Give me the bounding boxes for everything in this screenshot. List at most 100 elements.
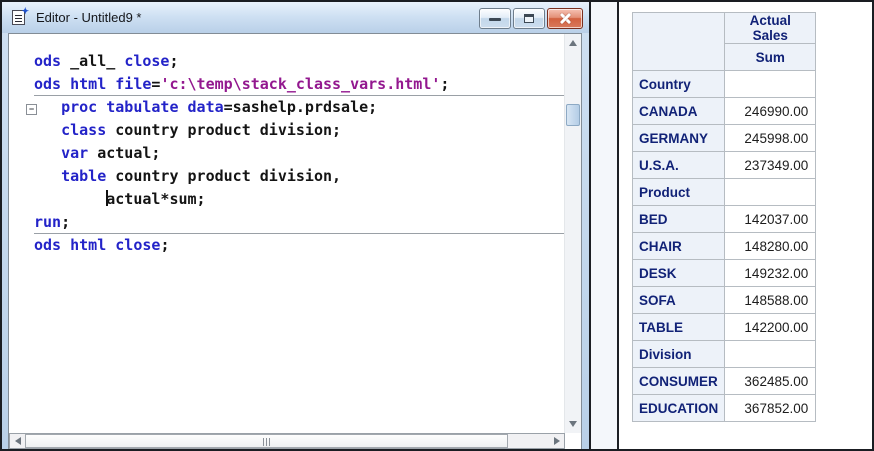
value-cell <box>724 178 817 206</box>
code-token: ; <box>61 213 71 231</box>
row-header-cell: EDUCATION <box>631 394 726 422</box>
table-row: U.S.A. 237349.00 <box>631 151 817 179</box>
code-fold-toggle[interactable]: − <box>26 104 37 115</box>
minimize-button[interactable] <box>479 8 511 29</box>
empty-corner-cell <box>631 12 726 71</box>
value-cell: 245998.00 <box>724 124 817 152</box>
code-line: run; <box>34 211 564 234</box>
code-token: ods html file <box>34 75 152 93</box>
code-line: ods _all_ close; <box>34 50 564 73</box>
value-cell: 367852.00 <box>724 394 817 422</box>
table-row: Division <box>631 340 817 368</box>
screenshot-frame: ✦ Editor - Untitled9 * ods _all_ close; o… <box>0 0 874 451</box>
value-cell: 148280.00 <box>724 232 817 260</box>
value-cell: 142200.00 <box>724 313 817 341</box>
row-header-cell: CONSUMER <box>631 367 726 395</box>
value-cell: 246990.00 <box>724 97 817 125</box>
table-row: Country <box>631 70 817 98</box>
code-token: 'c:\temp\stack_class_vars.html' <box>160 75 441 93</box>
restore-icon <box>524 13 534 23</box>
table-row: GERMANY 245998.00 <box>631 124 817 152</box>
code-line: proc tabulate data=sashelp.prdsale; <box>34 96 564 119</box>
code-line: ods html close; <box>34 234 564 257</box>
results-panel: Actual Sales Sum Country CANADA 246990.00 G… <box>617 2 872 449</box>
title-bar[interactable]: ✦ Editor - Untitled9 * <box>2 2 589 33</box>
scroll-right-arrow[interactable] <box>549 434 564 448</box>
code-editor[interactable]: ods _all_ close; ods html file='c:\temp\s… <box>9 34 564 433</box>
code-line: table country product division, <box>34 165 564 188</box>
code-token: country product division; <box>106 121 342 139</box>
scroll-left-arrow[interactable] <box>10 434 25 448</box>
row-header-cell: CHAIR <box>631 232 726 260</box>
statistic-header-cell: Sum <box>724 43 817 71</box>
code-token: _all_ <box>61 52 125 70</box>
scroll-down-arrow[interactable] <box>565 416 581 432</box>
value-cell: 362485.00 <box>724 367 817 395</box>
window-title: Editor - Untitled9 * <box>36 10 142 25</box>
code-token: proc tabulate <box>61 98 179 116</box>
row-header-cell: Country <box>631 70 726 98</box>
code-token: var <box>61 144 89 162</box>
column-header-cell: Actual Sales <box>724 12 817 44</box>
value-cell: 148588.00 <box>724 286 817 314</box>
table-row: EDUCATION 367852.00 <box>631 394 817 422</box>
code-token: ; <box>169 52 179 70</box>
restore-button[interactable] <box>513 8 545 29</box>
code-token: data <box>187 98 224 116</box>
results-table-body: Country CANADA 246990.00 GERMANY 245998.00 U.… <box>631 70 817 422</box>
code-token: table <box>61 167 107 185</box>
window-controls <box>479 8 583 29</box>
code-token: ; <box>160 236 170 254</box>
code-token: class <box>61 121 107 139</box>
horizontal-scroll-thumb[interactable] <box>25 434 508 448</box>
row-header-cell: BED <box>631 205 726 233</box>
editor-window: ✦ Editor - Untitled9 * ods _all_ close; o… <box>2 2 591 449</box>
row-header-cell: Product <box>631 178 726 206</box>
table-header-row: Actual Sales <box>631 12 817 71</box>
code-token: =sashelp.prdsale; <box>223 98 378 116</box>
code-token: country product division, <box>106 167 342 185</box>
code-token: actual; <box>88 144 161 162</box>
row-header-cell: SOFA <box>631 286 726 314</box>
code-line: class country product division; <box>34 119 564 142</box>
code-token: ; <box>440 75 450 93</box>
results-table: Actual Sales Sum Country CANADA 246990.00 G… <box>631 12 817 422</box>
code-token: close <box>124 52 170 70</box>
vertical-scrollbar[interactable] <box>564 34 581 433</box>
editor-client-area: ods _all_ close; ods html file='c:\temp\s… <box>8 33 582 449</box>
table-row: CONSUMER 362485.00 <box>631 367 817 395</box>
table-row: CHAIR 148280.00 <box>631 232 817 260</box>
code-line: ods html file='c:\temp\stack_class_vars.… <box>34 73 564 96</box>
scroll-up-arrow[interactable] <box>565 35 581 51</box>
table-row: BED 142037.00 <box>631 205 817 233</box>
table-row: TABLE 142200.00 <box>631 313 817 341</box>
table-row: SOFA 148588.00 <box>631 286 817 314</box>
close-button[interactable] <box>547 8 583 29</box>
code-line: var actual; <box>34 142 564 165</box>
vertical-scroll-thumb[interactable] <box>566 104 580 126</box>
row-header-cell: Division <box>631 340 726 368</box>
row-header-cell: GERMANY <box>631 124 726 152</box>
table-row: Product <box>631 178 817 206</box>
table-row: CANADA 246990.00 <box>631 97 817 125</box>
code-token: actual*sum; <box>106 190 206 208</box>
value-cell: 149232.00 <box>724 259 817 287</box>
value-cell: 142037.00 <box>724 205 817 233</box>
row-header-cell: DESK <box>631 259 726 287</box>
row-header-cell: CANADA <box>631 97 726 125</box>
scroll-grip-icon <box>262 438 272 446</box>
code-token: ods html close <box>34 236 161 254</box>
horizontal-scrollbar[interactable] <box>9 433 565 449</box>
minimize-icon <box>489 17 501 21</box>
value-cell <box>724 340 817 368</box>
editor-program-icon: ✦ <box>11 7 29 26</box>
value-cell <box>724 70 817 98</box>
code-token: run <box>34 213 62 231</box>
row-header-cell: TABLE <box>631 313 726 341</box>
